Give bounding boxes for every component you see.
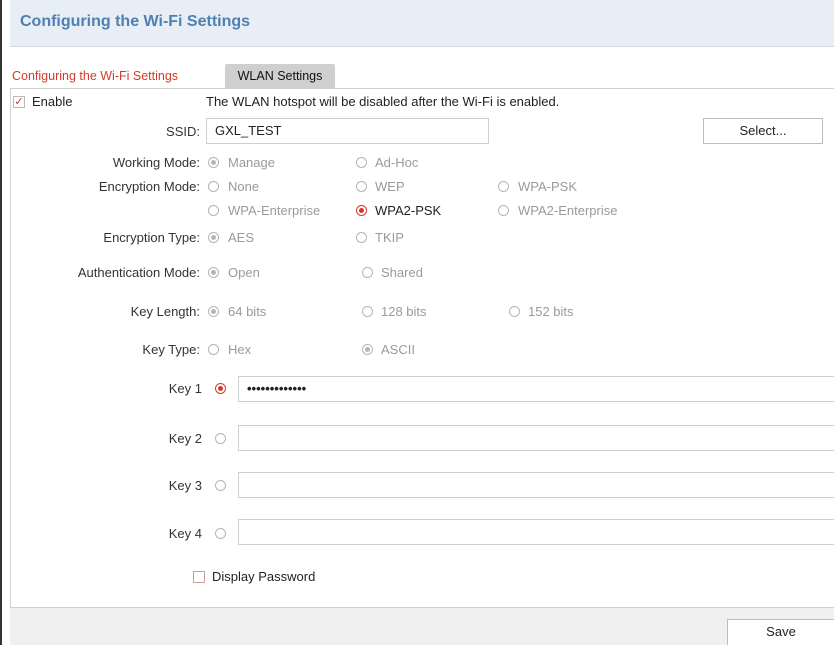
encryption-wpa-psk-radio[interactable]	[498, 181, 509, 192]
footer-bar	[10, 608, 834, 645]
title-bar: Configuring the Wi-Fi Settings	[10, 0, 834, 47]
encryption-wep-label: WEP	[375, 179, 405, 194]
page-title: Configuring the Wi-Fi Settings	[20, 13, 251, 30]
key-type-hex-radio[interactable]	[208, 344, 219, 355]
key1-input[interactable]: •••••••••••••	[238, 376, 834, 402]
key-length-152-radio[interactable]	[509, 306, 520, 317]
key1-label: Key 1	[168, 381, 202, 396]
tab-bar: Configuring the Wi-Fi Settings WLAN Sett…	[10, 64, 834, 88]
key3-label: Key 3	[168, 478, 202, 493]
key1-radio[interactable]	[215, 383, 226, 394]
auth-shared-radio[interactable]	[362, 267, 373, 278]
key2-input[interactable]	[238, 425, 834, 451]
encryption-type-aes-radio[interactable]	[208, 232, 219, 243]
encryption-type-label: Encryption Type:	[103, 230, 200, 245]
encryption-wpa-psk-label: WPA-PSK	[518, 179, 577, 194]
tab-wlan-settings[interactable]: WLAN Settings	[225, 64, 335, 88]
enable-label: Enable	[32, 94, 73, 109]
wlan-notice: The WLAN hotspot will be disabled after …	[206, 94, 560, 109]
encryption-mode-label: Encryption Mode:	[98, 179, 200, 194]
ssid-select-button[interactable]: Select...	[703, 118, 823, 144]
display-password-checkbox[interactable]	[193, 571, 205, 583]
authentication-mode-label: Authentication Mode:	[77, 265, 200, 280]
key4-label: Key 4	[168, 526, 202, 541]
key3-input[interactable]	[238, 472, 834, 498]
encryption-wep-radio[interactable]	[356, 181, 367, 192]
save-button[interactable]: Save	[727, 619, 834, 645]
working-mode-label: Working Mode:	[112, 155, 200, 170]
key-length-152-label: 152 bits	[528, 304, 574, 319]
working-mode-adhoc-label: Ad-Hoc	[375, 155, 419, 170]
encryption-type-aes-label: AES	[228, 230, 255, 245]
key-length-128-radio[interactable]	[362, 306, 373, 317]
encryption-wpa2-enterprise-radio[interactable]	[498, 205, 509, 216]
encryption-wpa2-enterprise-label: WPA2-Enterprise	[518, 203, 618, 218]
encryption-none-radio[interactable]	[208, 181, 219, 192]
encryption-type-tkip-radio[interactable]	[356, 232, 367, 243]
key3-radio[interactable]	[215, 480, 226, 491]
enable-checkbox[interactable]: ✓	[13, 96, 25, 108]
key-type-ascii-radio[interactable]	[362, 344, 373, 355]
key-type-ascii-label: ASCII	[381, 342, 415, 357]
ssid-label: SSID:	[166, 124, 200, 139]
encryption-wpa-enterprise-radio[interactable]	[208, 205, 219, 216]
auth-shared-label: Shared	[381, 265, 423, 280]
working-mode-adhoc-radio[interactable]	[356, 157, 367, 168]
key2-radio[interactable]	[215, 433, 226, 444]
key-length-64-label: 64 bits	[228, 304, 267, 319]
encryption-wpa2-psk-radio[interactable]	[356, 205, 367, 216]
auth-open-radio[interactable]	[208, 267, 219, 278]
working-mode-manage-radio[interactable]	[208, 157, 219, 168]
key4-radio[interactable]	[215, 528, 226, 539]
key2-label: Key 2	[168, 431, 202, 446]
working-mode-manage-label: Manage	[228, 155, 275, 170]
ssid-input[interactable]: GXL_TEST	[206, 118, 489, 144]
key-length-128-label: 128 bits	[381, 304, 427, 319]
encryption-wpa2-psk-label: WPA2-PSK	[375, 203, 442, 218]
encryption-wpa-enterprise-label: WPA-Enterprise	[228, 203, 321, 218]
key-type-hex-label: Hex	[228, 342, 252, 357]
tab-wifi-settings[interactable]: Configuring the Wi-Fi Settings	[12, 64, 179, 88]
display-password-label: Display Password	[212, 569, 316, 584]
encryption-none-label: None	[228, 179, 260, 194]
auth-open-label: Open	[228, 265, 260, 280]
encryption-type-tkip-label: TKIP	[375, 230, 404, 245]
key-type-label: Key Type:	[142, 342, 200, 357]
key-length-label: Key Length:	[130, 304, 200, 319]
key-length-64-radio[interactable]	[208, 306, 219, 317]
key4-input[interactable]	[238, 519, 834, 545]
